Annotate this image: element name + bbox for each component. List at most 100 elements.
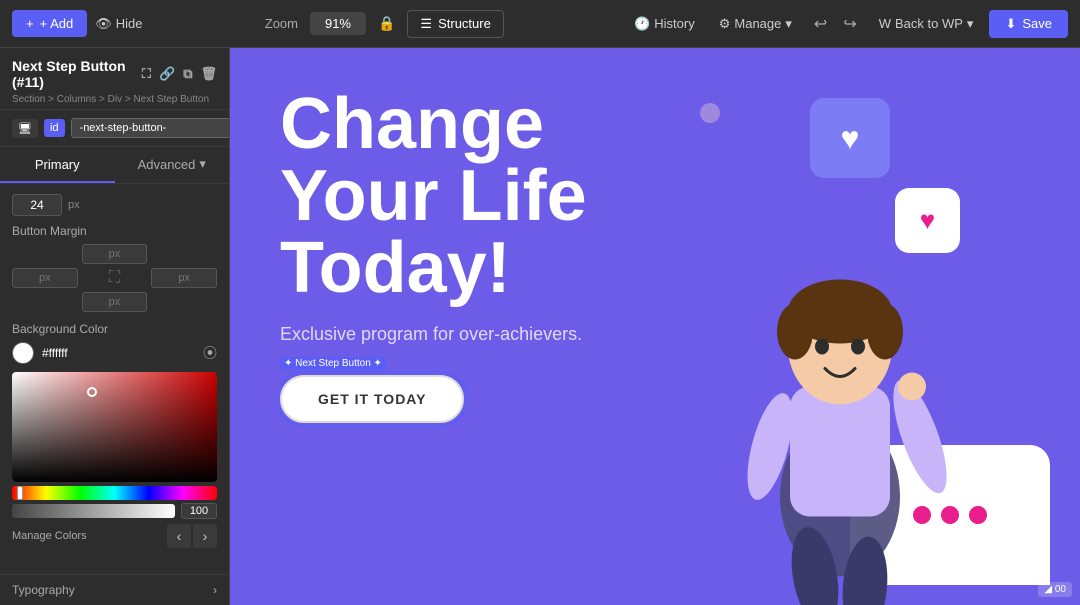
typography-label: Typography bbox=[12, 583, 75, 597]
save-icon: ⬇ bbox=[1005, 16, 1016, 32]
undo-redo-group: ↩ ↪ bbox=[808, 12, 863, 36]
manage-button[interactable]: ⚙ Manage ▾ bbox=[711, 12, 800, 36]
breadcrumb: Section > Columns > Div > Next Step Butt… bbox=[12, 94, 217, 105]
margin-left-cell bbox=[12, 268, 78, 288]
delete-icon[interactable]: 🗑 bbox=[200, 66, 217, 82]
id-selector[interactable]: id bbox=[44, 119, 65, 137]
nav-arrows: ‹ › bbox=[167, 524, 217, 548]
manage-icon: ⚙ bbox=[719, 16, 731, 32]
element-icons: ⛶ 🔗 ⧉ 🗑 bbox=[142, 66, 217, 82]
chat-dot-2 bbox=[941, 506, 959, 524]
margin-right-cell bbox=[151, 268, 217, 288]
subheadline-text: Exclusive program for over-achievers. bbox=[280, 324, 1030, 345]
tab-row: Primary Advanced ▾ bbox=[0, 147, 229, 184]
panel-content: px Button Margin ⛶ bbox=[0, 184, 229, 574]
typography-section[interactable]: Typography › bbox=[0, 574, 229, 605]
margin-top-cell bbox=[82, 244, 148, 264]
margin-center-cell: ⛶ bbox=[82, 268, 148, 288]
top-bar-right: 🕐 History ⚙ Manage ▾ ↩ ↪ W Back to WP ▾ … bbox=[626, 10, 1068, 38]
zoom-label: Zoom bbox=[265, 16, 298, 31]
structure-icon: ☰ bbox=[420, 16, 432, 32]
hide-button[interactable]: 👁 Hide bbox=[95, 16, 142, 32]
cta-button[interactable]: GET IT TODAY bbox=[280, 375, 464, 423]
margin-bottom-cell bbox=[82, 292, 148, 312]
color-picker-area[interactable] bbox=[12, 372, 217, 482]
float-heart1: ♥ bbox=[810, 98, 890, 178]
button-label-tag: ✦ Next Step Button ✦ bbox=[280, 357, 386, 370]
nav-left-button[interactable]: ‹ bbox=[167, 524, 191, 548]
opacity-input[interactable] bbox=[181, 503, 217, 519]
hierarchy-icon[interactable]: ⛶ bbox=[142, 66, 151, 82]
typography-chevron-icon: › bbox=[213, 583, 217, 597]
hue-thumb bbox=[17, 486, 23, 500]
padding-row: px bbox=[12, 194, 217, 216]
padding-unit: px bbox=[68, 199, 80, 211]
headline-text: Change Your Life Today! bbox=[280, 88, 680, 304]
bg-color-label: Background Color bbox=[12, 322, 217, 336]
element-header: Next Step Button (#11) ⛶ 🔗 ⧉ 🗑 Section >… bbox=[0, 48, 229, 110]
nav-right-button[interactable]: › bbox=[193, 524, 217, 548]
manage-colors-row: Manage Colors ‹ › bbox=[12, 524, 217, 548]
color-section: Background Color ⦿ bbox=[12, 322, 217, 548]
add-button[interactable]: + + Add bbox=[12, 10, 87, 37]
color-row: ⦿ bbox=[12, 342, 217, 364]
redo-button[interactable]: ↪ bbox=[837, 12, 862, 36]
color-dark-overlay bbox=[12, 372, 217, 482]
button-wrapper: ✦ Next Step Button ✦ GET IT TODAY bbox=[280, 375, 464, 423]
color-swatch[interactable] bbox=[12, 342, 34, 364]
margin-right-input[interactable] bbox=[151, 268, 217, 288]
class-input[interactable] bbox=[71, 118, 230, 138]
device-selector[interactable]: 🖥 bbox=[12, 119, 38, 138]
advanced-chevron-icon: ▾ bbox=[199, 156, 206, 172]
hue-gradient bbox=[12, 486, 217, 500]
opacity-bar-container bbox=[12, 504, 217, 518]
advanced-label: Advanced bbox=[138, 157, 196, 172]
back-wp-label: Back to WP bbox=[895, 16, 963, 31]
hide-label: Hide bbox=[116, 16, 143, 31]
zoom-input[interactable] bbox=[310, 12, 366, 35]
canvas-frame: Change Your Life Today! Exclusive progra… bbox=[230, 48, 1080, 605]
circle-accent bbox=[700, 103, 720, 123]
back-to-wp-button[interactable]: W Back to WP ▾ bbox=[871, 12, 982, 36]
main-layout: Next Step Button (#11) ⛶ 🔗 ⧉ 🗑 Section >… bbox=[0, 48, 1080, 605]
add-label: + Add bbox=[40, 16, 74, 31]
hue-bar[interactable] bbox=[12, 486, 217, 500]
chat-dot-1 bbox=[913, 506, 931, 524]
heart-icon-2: ♥ bbox=[920, 205, 935, 236]
resize-handle: ◢ 00 bbox=[1038, 582, 1072, 597]
undo-button[interactable]: ↩ bbox=[808, 12, 833, 36]
link-icon[interactable]: 🔗 bbox=[159, 66, 175, 82]
plus-icon: + bbox=[26, 16, 34, 31]
manage-label: Manage bbox=[734, 16, 781, 31]
manage-colors-button[interactable]: Manage Colors bbox=[12, 530, 87, 542]
margin-top-input[interactable] bbox=[82, 244, 148, 264]
tab-advanced[interactable]: Advanced ▾ bbox=[115, 147, 230, 183]
chevron-down-icon: ▾ bbox=[785, 16, 792, 32]
history-label: History bbox=[654, 16, 694, 31]
tab-primary[interactable]: Primary bbox=[0, 147, 115, 183]
color-hex-input[interactable] bbox=[42, 346, 122, 360]
float-chat bbox=[850, 445, 1050, 585]
color-gradient bbox=[12, 372, 217, 482]
wp-icon: W bbox=[879, 16, 891, 31]
padding-input[interactable] bbox=[12, 194, 62, 216]
duplicate-icon[interactable]: ⧉ bbox=[183, 66, 192, 82]
float-heart2: ♥ bbox=[895, 188, 960, 253]
history-button[interactable]: 🕐 History bbox=[626, 12, 703, 36]
structure-button[interactable]: ☰ Structure bbox=[407, 10, 503, 38]
opacity-bar[interactable] bbox=[12, 504, 175, 518]
top-bar: + + Add 👁 Hide Zoom 🔒 ☰ Structure 🕐 Hist… bbox=[0, 0, 1080, 48]
canvas-content: Change Your Life Today! Exclusive progra… bbox=[230, 48, 1080, 605]
save-button[interactable]: ⬇ Save bbox=[989, 10, 1068, 38]
chat-dot-3 bbox=[969, 506, 987, 524]
selector-row: 🖥 id state bbox=[0, 110, 229, 147]
history-icon: 🕐 bbox=[634, 16, 650, 32]
save-label: Save bbox=[1022, 16, 1052, 31]
margin-grid: ⛶ bbox=[12, 244, 217, 312]
margin-bottom-input[interactable] bbox=[82, 292, 148, 312]
pipette-icon[interactable]: ⦿ bbox=[203, 343, 217, 363]
eye-icon: 👁 bbox=[95, 16, 112, 32]
top-bar-center: Zoom 🔒 ☰ Structure bbox=[265, 10, 504, 38]
margin-left-input[interactable] bbox=[12, 268, 78, 288]
heart-icon-1: ♥ bbox=[841, 120, 860, 157]
